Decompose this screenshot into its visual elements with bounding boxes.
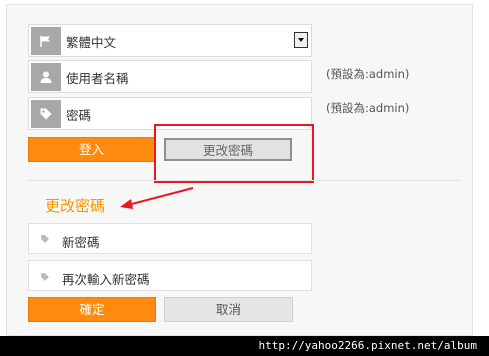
username-field[interactable]: 使用者名稱 [28,60,312,93]
username-hint: (預設為:admin) [326,67,410,81]
new-password-field[interactable]: 新密碼 [28,223,312,254]
tag-icon [41,273,49,281]
language-select[interactable]: 繁體中文 [28,24,312,57]
confirm-password-placeholder: 再次輸入新密碼 [62,272,150,287]
cancel-button[interactable]: 取消 [164,297,293,322]
dropdown-arrow-icon[interactable] [294,32,308,48]
user-icon [40,71,52,83]
password-placeholder: 密碼 [66,108,92,123]
language-value: 繁體中文 [66,35,117,50]
annotation-box [154,124,314,183]
flag-icon-box [31,27,61,55]
confirm-button[interactable]: 確定 [28,297,156,322]
new-password-placeholder: 新密碼 [62,235,100,250]
section-divider [28,180,460,181]
confirm-password-field[interactable]: 再次輸入新密碼 [28,260,312,291]
login-button[interactable]: 登入 [28,137,155,162]
user-icon-box [31,63,61,91]
flag-icon [40,36,50,47]
tag-icon [41,235,49,243]
watermark-url: http://yahoo2266.pixnet.net/album [0,336,489,356]
password-hint: (預設為:admin) [326,101,410,115]
username-placeholder: 使用者名稱 [66,71,129,86]
tag-icon-box [31,100,61,128]
tag-icon [40,108,52,120]
change-password-heading: 更改密碼 [45,197,106,215]
